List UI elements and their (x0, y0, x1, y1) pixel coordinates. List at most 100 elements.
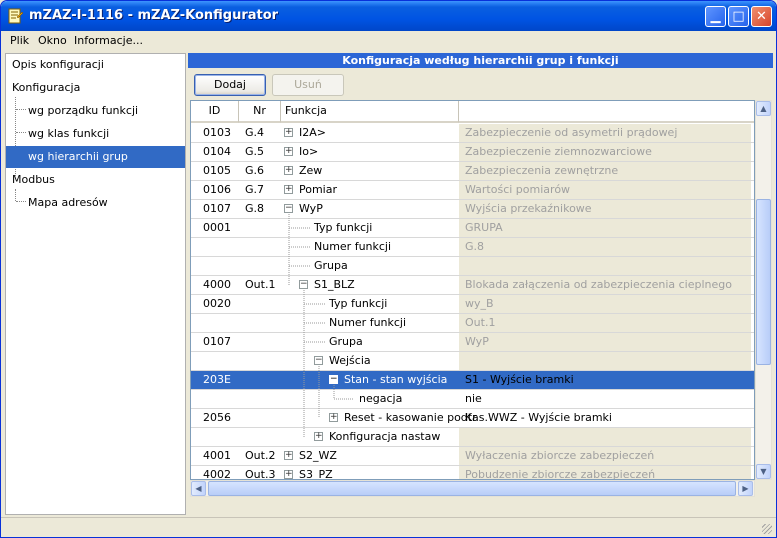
table-row[interactable]: 4001 Out.2 + S2_WZ Wyłaczenia zbiorcze zabez… (191, 447, 754, 466)
grid-header: ID Nr Funkcja (191, 101, 754, 123)
table-row[interactable]: Grupa (191, 257, 754, 276)
cell-funkcja: Numer funkcji (314, 240, 392, 253)
table-row[interactable]: 0104 G.5 + Io> Zabezpieczenie ziemnozwarciow… (191, 143, 754, 162)
table-row[interactable]: 203E − Stan - stan wyjścia S1 - Wyjście bra… (191, 371, 754, 390)
cell-description[interactable]: Kas.WWZ - Wyjście bramki (459, 409, 751, 427)
expand-icon[interactable]: + (284, 470, 293, 479)
vertical-scrollbar[interactable]: ▲ ▼ (755, 100, 772, 480)
table-row[interactable]: 0001 Typ funkcji GRUPA (191, 219, 754, 238)
cell-description[interactable]: Wartości pomiarów (459, 181, 751, 199)
cell-description[interactable]: WyP (459, 333, 751, 351)
title-bar[interactable]: mZAZ-I-1116 - mZAZ-Konfigurator ▁ □ ✕ (1, 1, 776, 31)
table-row[interactable]: 0105 G.6 + Zew Zabezpieczenia zewnętrzne (191, 162, 754, 181)
cell-funkcja: S1_BLZ (314, 278, 355, 291)
table-row[interactable]: 0107 Grupa WyP (191, 333, 754, 352)
arrow-down-icon: ▼ (760, 467, 767, 476)
cell-description[interactable]: Zabezpieczenie ziemnozwarciowe (459, 143, 751, 161)
expand-icon[interactable]: + (284, 128, 293, 137)
expand-icon[interactable]: + (284, 451, 293, 460)
remove-button[interactable]: Usuń (272, 74, 344, 96)
sidebar-item-modbus[interactable]: Modbus (6, 169, 185, 191)
sidebar-item-mapa-adresow[interactable]: Mapa adresów (6, 192, 185, 214)
menu-plik[interactable]: Plik (10, 34, 29, 47)
table-row[interactable]: − Wejścia (191, 352, 754, 371)
sidebar-item-konfiguracja[interactable]: Konfiguracja (6, 77, 185, 99)
table-row[interactable]: Numer funkcji Out.1 (191, 314, 754, 333)
sidebar-item-label: Modbus (12, 173, 55, 186)
table-row[interactable]: Numer funkcji G.8 (191, 238, 754, 257)
expand-icon[interactable]: + (284, 147, 293, 156)
sidebar-item-wg-klas[interactable]: wg klas funkcji (6, 123, 185, 145)
table-row[interactable]: 0020 Typ funkcji wy_B (191, 295, 754, 314)
expand-icon[interactable]: + (329, 413, 338, 422)
cell-funkcja: Grupa (314, 259, 348, 272)
sidebar-item-wg-porzadku[interactable]: wg porządku funkcji (6, 100, 185, 122)
table-row[interactable]: 0107 G.8 − WyP Wyjścia przekaźnikowe (191, 200, 754, 219)
cell-description[interactable]: Pobudzenie zbiorcze zabezpieczeń (459, 466, 751, 479)
config-grid: ID Nr Funkcja 0103 G.4 + I2A> Zabezpieczenie… (190, 100, 755, 480)
cell-description[interactable]: Blokada załączenia od zabezpieczenia cie… (459, 276, 751, 294)
cell-nr: G.6 (245, 164, 265, 177)
cell-description[interactable]: Wyjścia przekaźnikowe (459, 200, 751, 218)
cell-description[interactable]: Zabezpieczenie od asymetrii prądowej (459, 124, 751, 142)
cell-description[interactable] (459, 257, 751, 275)
table-row[interactable]: 0103 G.4 + I2A> Zabezpieczenie od asymetrii … (191, 124, 754, 143)
cell-funkcja: WyP (299, 202, 323, 215)
cell-funkcja: I2A> (299, 126, 326, 139)
table-row[interactable]: + Konfiguracja nastaw (191, 428, 754, 447)
cell-description[interactable]: Wyłaczenia zbiorcze zabezpieczeń (459, 447, 751, 465)
menu-okno[interactable]: Okno (38, 34, 67, 47)
sidebar-item-wg-hierarchii[interactable]: wg hierarchii grup (6, 146, 185, 168)
expand-icon[interactable]: + (284, 166, 293, 175)
cell-id: 0001 (203, 221, 231, 234)
minimize-icon: ▁ (710, 9, 721, 24)
cell-id: 4000 (203, 278, 231, 291)
column-header-funkcja[interactable]: Funkcja (281, 101, 459, 123)
sidebar-item-opis[interactable]: Opis konfiguracji (6, 54, 185, 76)
close-button[interactable]: ✕ (751, 6, 772, 27)
cell-description[interactable]: Out.1 (459, 314, 751, 332)
table-row[interactable]: 4000 Out.1 − S1_BLZ Blokada załączenia od za… (191, 276, 754, 295)
scroll-right-button[interactable]: ▶ (738, 481, 753, 496)
cell-description[interactable]: nie (459, 390, 751, 408)
scroll-down-button[interactable]: ▼ (756, 464, 771, 479)
scroll-left-button[interactable]: ◀ (191, 481, 206, 496)
cell-description[interactable]: G.8 (459, 238, 751, 256)
cell-description[interactable]: S1 - Wyjście bramki (459, 371, 751, 389)
expand-icon[interactable]: + (314, 432, 323, 441)
collapse-icon[interactable]: − (314, 356, 323, 365)
collapse-icon[interactable]: − (299, 280, 308, 289)
add-button[interactable]: Dodaj (194, 74, 266, 96)
cell-funkcja: negacja (359, 392, 403, 405)
close-icon: ✕ (756, 9, 767, 24)
menu-informacje[interactable]: Informacje... (74, 34, 143, 47)
horizontal-scroll-thumb[interactable] (208, 481, 736, 496)
table-row[interactable]: negacja nie (191, 390, 754, 409)
cell-description[interactable]: wy_B (459, 295, 751, 313)
cell-description[interactable]: GRUPA (459, 219, 751, 237)
expand-icon[interactable]: + (284, 185, 293, 194)
minimize-button[interactable]: ▁ (705, 6, 726, 27)
maximize-button[interactable]: □ (728, 6, 749, 27)
column-header-id[interactable]: ID (191, 101, 239, 123)
collapse-icon[interactable]: − (284, 204, 293, 213)
table-row[interactable]: 4002 Out.3 + S3_PZ Pobudzenie zbiorcze zabez… (191, 466, 754, 480)
scroll-up-button[interactable]: ▲ (756, 101, 771, 116)
cell-description[interactable] (459, 428, 751, 446)
cell-id: 4001 (203, 449, 231, 462)
collapse-icon[interactable]: − (329, 375, 338, 384)
column-header-description[interactable] (459, 101, 754, 123)
resize-grip[interactable] (762, 524, 772, 534)
horizontal-scrollbar[interactable]: ◀ ▶ (190, 480, 755, 497)
cell-description[interactable] (459, 352, 751, 370)
app-window: mZAZ-I-1116 - mZAZ-Konfigurator ▁ □ ✕ Pl… (0, 0, 777, 538)
cell-id: 203E (203, 373, 231, 386)
maximize-icon: □ (732, 9, 745, 24)
arrow-right-icon: ▶ (742, 484, 749, 493)
column-header-nr[interactable]: Nr (239, 101, 281, 123)
vertical-scroll-thumb[interactable] (756, 199, 771, 365)
table-row[interactable]: 2056 + Reset - kasowanie podtr Kas.WWZ - Wy… (191, 409, 754, 428)
cell-description[interactable]: Zabezpieczenia zewnętrzne (459, 162, 751, 180)
cell-nr: Out.3 (245, 468, 276, 480)
table-row[interactable]: 0106 G.7 + Pomiar Wartości pomiarów (191, 181, 754, 200)
